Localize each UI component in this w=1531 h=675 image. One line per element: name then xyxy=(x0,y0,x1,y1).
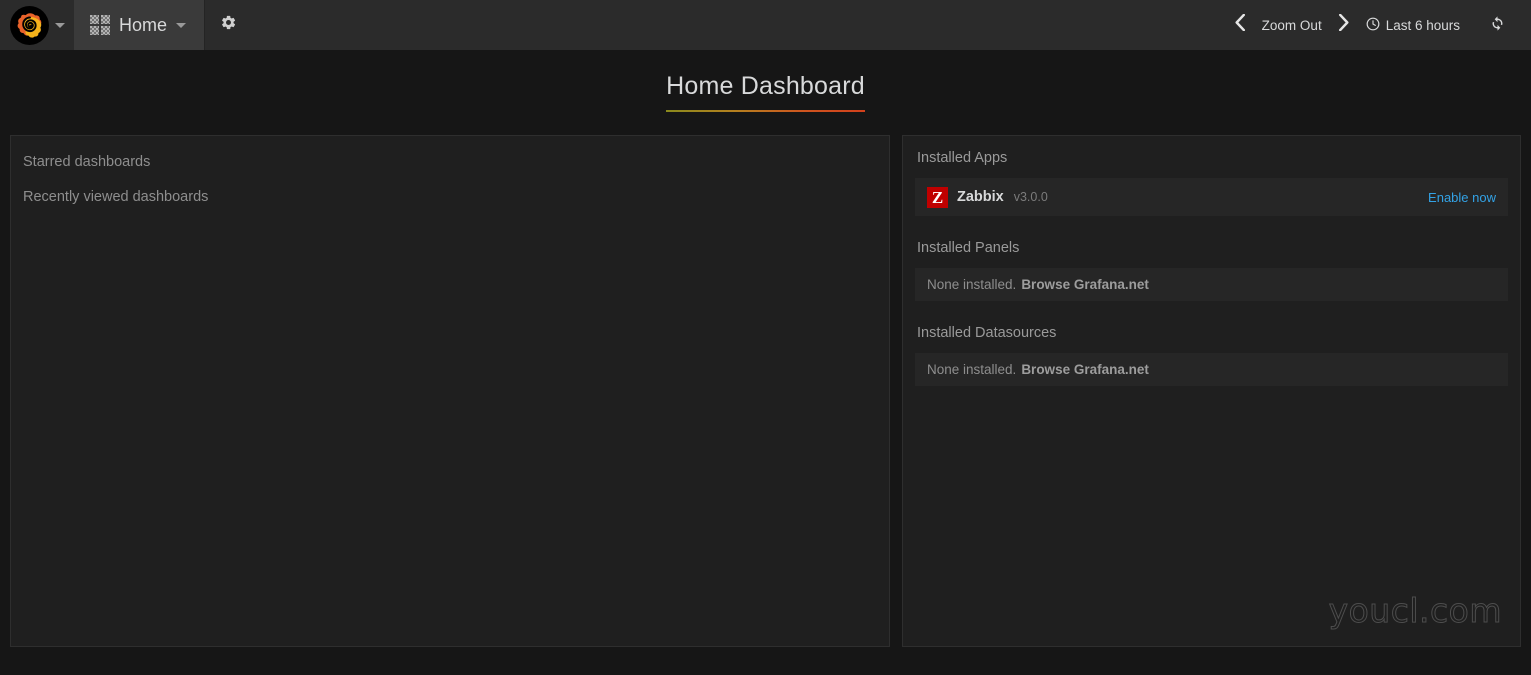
installed-apps-heading: Installed Apps xyxy=(917,150,1008,166)
time-next-button[interactable] xyxy=(1331,0,1357,50)
zoom-out-label: Zoom Out xyxy=(1261,17,1322,33)
nav-home-label: Home xyxy=(119,15,168,35)
grafana-logo-icon xyxy=(10,5,49,45)
page-title: Home Dashboard xyxy=(666,72,865,112)
top-navbar: Home Zoom Out Last 6 hours xyxy=(0,0,1531,50)
home-chevron-down-icon xyxy=(176,22,187,28)
recently-viewed-dashboards-link[interactable]: Recently viewed dashboards xyxy=(11,185,889,209)
zabbix-logo-icon: Z xyxy=(927,186,948,208)
time-range-picker[interactable]: Last 6 hours xyxy=(1357,0,1469,50)
installed-datasources-empty-row: None installed. Browse Grafana.net xyxy=(915,353,1508,386)
browse-grafana-net-datasources-link[interactable]: Browse Grafana.net xyxy=(1021,362,1149,377)
datasources-empty-text: None installed. xyxy=(927,362,1017,377)
refresh-button[interactable] xyxy=(1469,0,1515,50)
time-prev-button[interactable] xyxy=(1227,0,1253,50)
installed-panels-heading: Installed Panels xyxy=(917,240,1020,256)
watermark: youcl.com xyxy=(1328,591,1502,631)
clock-icon xyxy=(1366,17,1380,34)
installed-app-row[interactable]: Z Zabbix v3.0.0 Enable now xyxy=(915,178,1508,216)
app-name: Zabbix xyxy=(957,189,1004,205)
plugins-panel: Installed Apps Z Zabbix v3.0.0 Enable no… xyxy=(902,135,1521,647)
grid-squares-icon xyxy=(90,15,110,35)
browse-grafana-net-panels-link[interactable]: Browse Grafana.net xyxy=(1021,277,1149,292)
time-range-label: Last 6 hours xyxy=(1385,17,1460,33)
gear-icon xyxy=(220,14,237,36)
starred-dashboards-link[interactable]: Starred dashboards xyxy=(11,150,889,174)
grafana-logo-button[interactable] xyxy=(0,0,74,50)
logo-chevron-down-icon xyxy=(55,22,65,28)
panels-empty-text: None installed. xyxy=(927,277,1017,292)
dashboard-title-row: Home Dashboard xyxy=(0,50,1531,135)
zoom-out-button[interactable]: Zoom Out xyxy=(1253,0,1331,50)
dashboards-panel: Starred dashboards Recently viewed dashb… xyxy=(10,135,890,647)
nav-home-menu[interactable]: Home xyxy=(74,0,206,50)
panels-container: Starred dashboards Recently viewed dashb… xyxy=(0,135,1531,647)
enable-now-link[interactable]: Enable now xyxy=(1428,190,1496,205)
chevron-left-icon xyxy=(1234,13,1246,36)
navbar-right-controls: Zoom Out Last 6 hours xyxy=(1227,0,1531,50)
app-version: v3.0.0 xyxy=(1013,190,1048,204)
installed-panels-empty-row: None installed. Browse Grafana.net xyxy=(915,268,1508,301)
refresh-icon xyxy=(1489,15,1506,35)
nav-settings-button[interactable] xyxy=(205,0,252,50)
chevron-right-icon xyxy=(1338,13,1350,36)
installed-datasources-heading: Installed Datasources xyxy=(917,325,1057,341)
